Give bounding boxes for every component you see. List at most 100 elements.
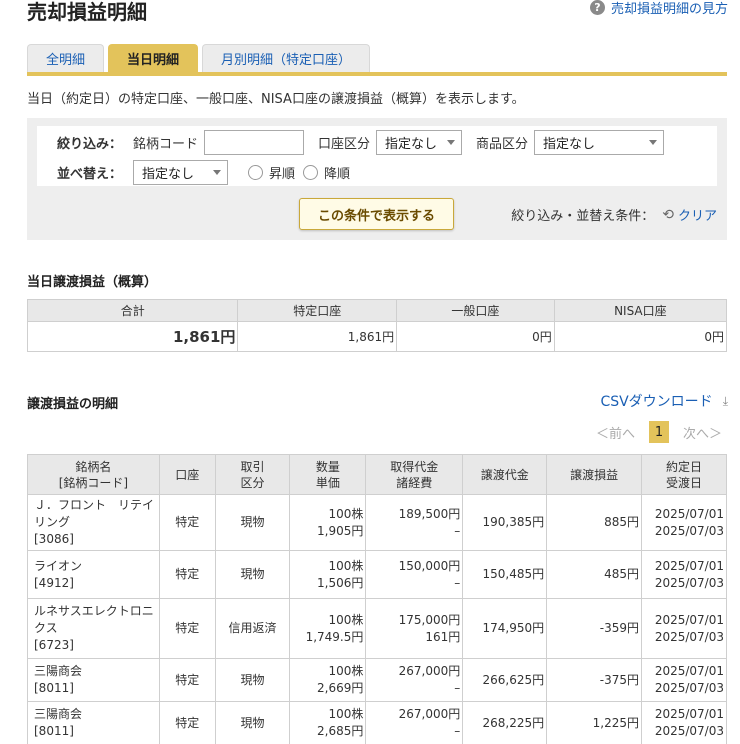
stock-name-cell: 三陽商会 [8011]	[27, 701, 160, 744]
csv-download-link[interactable]: CSVダウンロード ⤓	[600, 391, 728, 411]
sort-select-value: 指定なし	[142, 167, 195, 182]
pl-cell: 485円	[546, 550, 642, 599]
asc-label: 昇順	[269, 167, 296, 182]
account-cell: 特定	[158, 658, 216, 702]
account-cell: 特定	[158, 701, 216, 744]
detail-rows: Ｊ．フロント リテイリング [3086] 特定 現物 100株 1,905円 189…	[27, 494, 728, 744]
undo-icon: ⟲	[662, 206, 674, 223]
account-cell: 特定	[158, 598, 216, 659]
trade-cell: 現物	[214, 701, 291, 744]
tab-today[interactable]: 当日明細	[108, 44, 199, 72]
tab-bar: 全明細 当日明細 月別明細（特定口座）	[27, 44, 371, 72]
proceeds-cell: 150,485円	[462, 550, 548, 599]
summary-header: 一般口座	[396, 299, 555, 322]
page-title: 売却損益明細	[27, 0, 147, 24]
pager: ＜前へ 1 次へ＞	[596, 421, 722, 443]
col-name: 銘柄名 [銘柄コード]	[27, 454, 160, 495]
date-cell: 2025/07/01 2025/07/03	[640, 550, 728, 599]
col-pl: 譲渡損益	[546, 454, 642, 495]
pl-cell: 1,225円	[546, 701, 642, 744]
clear-prefix: 絞り込み・並替え条件：	[511, 209, 655, 224]
col-account: 口座	[158, 454, 216, 495]
summary-ippan: 0円	[396, 321, 555, 352]
date-cell: 2025/07/01 2025/07/03	[640, 494, 728, 551]
desc-label: 降順	[324, 167, 351, 182]
summary-title: 当日譲渡損益（概算）	[27, 275, 158, 290]
csv-label: CSVダウンロード	[600, 394, 713, 410]
filter-form: 絞り込み： 銘柄コード 口座区分 指定なし 商品区分 指定なし 並べ替え： 指定…	[37, 126, 717, 186]
sort-row: 並べ替え： 指定なし 昇順 降順	[57, 160, 350, 185]
chevron-down-icon	[213, 170, 221, 175]
table-row: ルネサスエレクトロニクス [6723] 特定 信用返済 100株 1,749.5円 …	[27, 598, 728, 659]
download-icon: ⤓	[722, 393, 728, 408]
sort-asc-option[interactable]: 昇順	[248, 163, 295, 182]
sort-select[interactable]: 指定なし	[133, 160, 228, 185]
table-row: ライオン [4912] 特定 現物 100株 1,506円 150,000円 – 15…	[27, 550, 728, 599]
page-description: 当日（約定日）の特定口座、一般口座、NISA口座の譲渡損益（概算）を表示します。	[27, 92, 525, 107]
stock-name-cell: ルネサスエレクトロニクス [6723]	[27, 598, 160, 659]
product-label: 商品区分	[476, 137, 529, 152]
qty-cell: 100株 2,669円	[289, 658, 367, 702]
tab-monthly[interactable]: 月別明細（特定口座）	[202, 44, 371, 72]
qty-cell: 100株 1,506円	[289, 550, 367, 599]
sort-desc-option[interactable]: 降順	[303, 163, 350, 182]
date-cell: 2025/07/01 2025/07/03	[640, 598, 728, 659]
date-cell: 2025/07/01 2025/07/03	[640, 701, 728, 744]
col-trade: 取引 区分	[214, 454, 291, 495]
cost-cell: 267,000円 –	[365, 658, 464, 702]
col-qty: 数量 単価	[289, 454, 367, 495]
code-input[interactable]	[204, 130, 305, 155]
cost-cell: 267,000円 –	[365, 701, 464, 744]
question-icon: ?	[589, 0, 605, 15]
account-select-value: 指定なし	[385, 137, 438, 152]
product-select-value: 指定なし	[543, 137, 596, 152]
asc-radio[interactable]	[248, 165, 263, 180]
pl-cell: -359円	[546, 598, 642, 659]
col-date: 約定日 受渡日	[640, 454, 728, 495]
tab-underline	[27, 72, 727, 76]
date-cell: 2025/07/01 2025/07/03	[640, 658, 728, 702]
help-link[interactable]: ? 売却損益明細の見方	[589, 0, 728, 17]
prev-page[interactable]: ＜前へ	[596, 423, 635, 442]
help-link-label: 売却損益明細の見方	[610, 2, 728, 17]
summary-total: 1,861円	[26, 321, 239, 352]
cost-cell: 150,000円 –	[365, 550, 464, 599]
current-page[interactable]: 1	[648, 421, 669, 443]
filter-panel: 絞り込み： 銘柄コード 口座区分 指定なし 商品区分 指定なし 並べ替え： 指定…	[27, 118, 727, 240]
proceeds-cell: 190,385円	[462, 494, 548, 551]
account-cell: 特定	[158, 550, 216, 599]
trade-cell: 信用返済	[214, 598, 291, 659]
detail-title: 譲渡損益の明細	[27, 397, 119, 412]
table-row: Ｊ．フロント リテイリング [3086] 特定 現物 100株 1,905円 189…	[27, 494, 728, 551]
pl-cell: 885円	[546, 494, 642, 551]
desc-radio[interactable]	[303, 165, 319, 180]
account-cell: 特定	[158, 494, 216, 551]
clear-area: 絞り込み・並替え条件： ⟲ クリア	[511, 205, 717, 225]
summary-header: 合計	[26, 299, 239, 322]
product-select[interactable]: 指定なし	[534, 130, 665, 155]
proceeds-cell: 174,950円	[462, 598, 548, 659]
proceeds-cell: 266,625円	[462, 658, 548, 702]
table-row: 三陽商会 [8011] 特定 現物 100株 2,685円 267,000円 – 26…	[27, 701, 728, 744]
account-select[interactable]: 指定なし	[376, 130, 463, 155]
account-label: 口座区分	[318, 137, 371, 152]
detail-table: 銘柄名 [銘柄コード] 口座 取引 区分 数量 単価 取得代金 諸経費 譲渡代金 譲渡損…	[27, 454, 728, 744]
show-button[interactable]: この条件で表示する	[299, 198, 454, 230]
summary-table: 合計 特定口座 一般口座 NISA口座 1,861円 1,861円 0円 0円	[26, 299, 728, 352]
next-page[interactable]: 次へ＞	[683, 423, 722, 442]
col-proceeds: 譲渡代金	[462, 454, 548, 495]
clear-button[interactable]: ⟲ クリア	[662, 205, 717, 225]
col-cost: 取得代金 諸経費	[365, 454, 464, 495]
summary-header: 特定口座	[237, 299, 398, 322]
trade-cell: 現物	[214, 494, 291, 551]
cost-cell: 175,000円 161円	[365, 598, 464, 659]
qty-cell: 100株 2,685円	[289, 701, 367, 744]
cost-cell: 189,500円 –	[365, 494, 464, 551]
proceeds-cell: 268,225円	[462, 701, 548, 744]
trade-cell: 現物	[214, 550, 291, 599]
stock-name-cell: 三陽商会 [8011]	[27, 658, 160, 702]
summary-nisa: 0円	[553, 321, 728, 352]
tab-all[interactable]: 全明細	[27, 44, 105, 72]
qty-cell: 100株 1,905円	[289, 494, 367, 551]
trade-cell: 現物	[214, 658, 291, 702]
